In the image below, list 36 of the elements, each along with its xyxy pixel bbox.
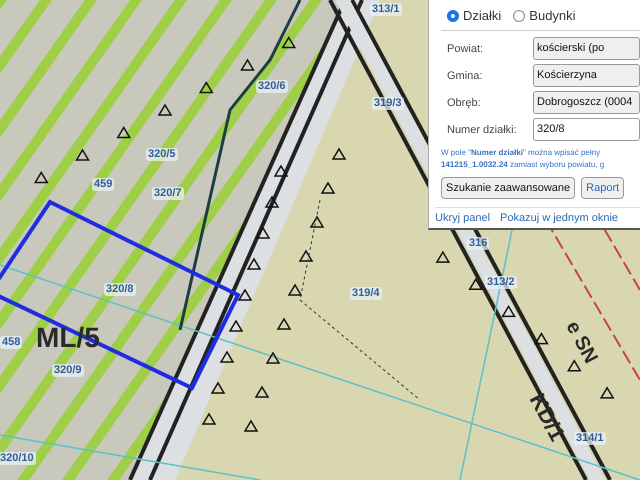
field-label: Powiat: <box>447 42 484 54</box>
action-button[interactable]: Szukanie zaawansowane <box>441 177 576 199</box>
parcel-label: 320/10 <box>0 452 36 465</box>
field-label: Numer działki: <box>447 124 518 136</box>
parcel-label: 320/9 <box>52 364 84 377</box>
parcel-label: 313/1 <box>370 3 402 16</box>
search-type-radio[interactable]: Działki <box>447 8 502 23</box>
field-label: Gmina: <box>447 70 484 82</box>
hint-text: W pole "Numer działki" można wpisać pełny <box>441 147 602 159</box>
input-field[interactable]: 320/8 <box>533 118 640 141</box>
radio-icon[interactable] <box>513 10 526 22</box>
parcel-label: 319/4 <box>350 287 382 300</box>
parcel-label: 319/3 <box>372 97 404 110</box>
panel-link[interactable]: Ukryj panel <box>435 212 490 224</box>
dropdown-field[interactable]: kościerski (po <box>533 37 640 60</box>
parcel-label: 320/5 <box>146 148 178 161</box>
radio-label: Działki <box>463 8 502 23</box>
zone-label: e SN <box>562 318 601 367</box>
parcel-label: 320/8 <box>104 283 136 296</box>
zone-label: KD/1 <box>526 390 569 445</box>
parcel-label: 320/6 <box>256 80 288 93</box>
parcel-label: 313/2 <box>485 276 517 289</box>
parcel-label: 314/1 <box>574 432 606 445</box>
parcel-label: 458 <box>0 336 22 349</box>
search-type-radio[interactable]: Budynki <box>513 8 576 23</box>
action-button[interactable]: Raport <box>581 177 624 199</box>
parcel-label: 459 <box>92 178 114 191</box>
dropdown-field[interactable]: Kościerzyna <box>533 64 640 87</box>
radio-label: Budynki <box>529 8 576 23</box>
parcel-label: 316 <box>467 237 490 250</box>
dropdown-field[interactable]: Dobrogoszcz (0004 <box>533 91 640 114</box>
hint-text: 141215_1.0032.24 zamiast wyboru powiatu, g <box>441 159 606 171</box>
radio-icon[interactable] <box>447 10 459 22</box>
field-label: Obręb: <box>447 96 482 108</box>
parcel-label: 320/7 <box>152 187 184 200</box>
panel-link[interactable]: Pokazuj w jednym oknie <box>500 212 618 224</box>
